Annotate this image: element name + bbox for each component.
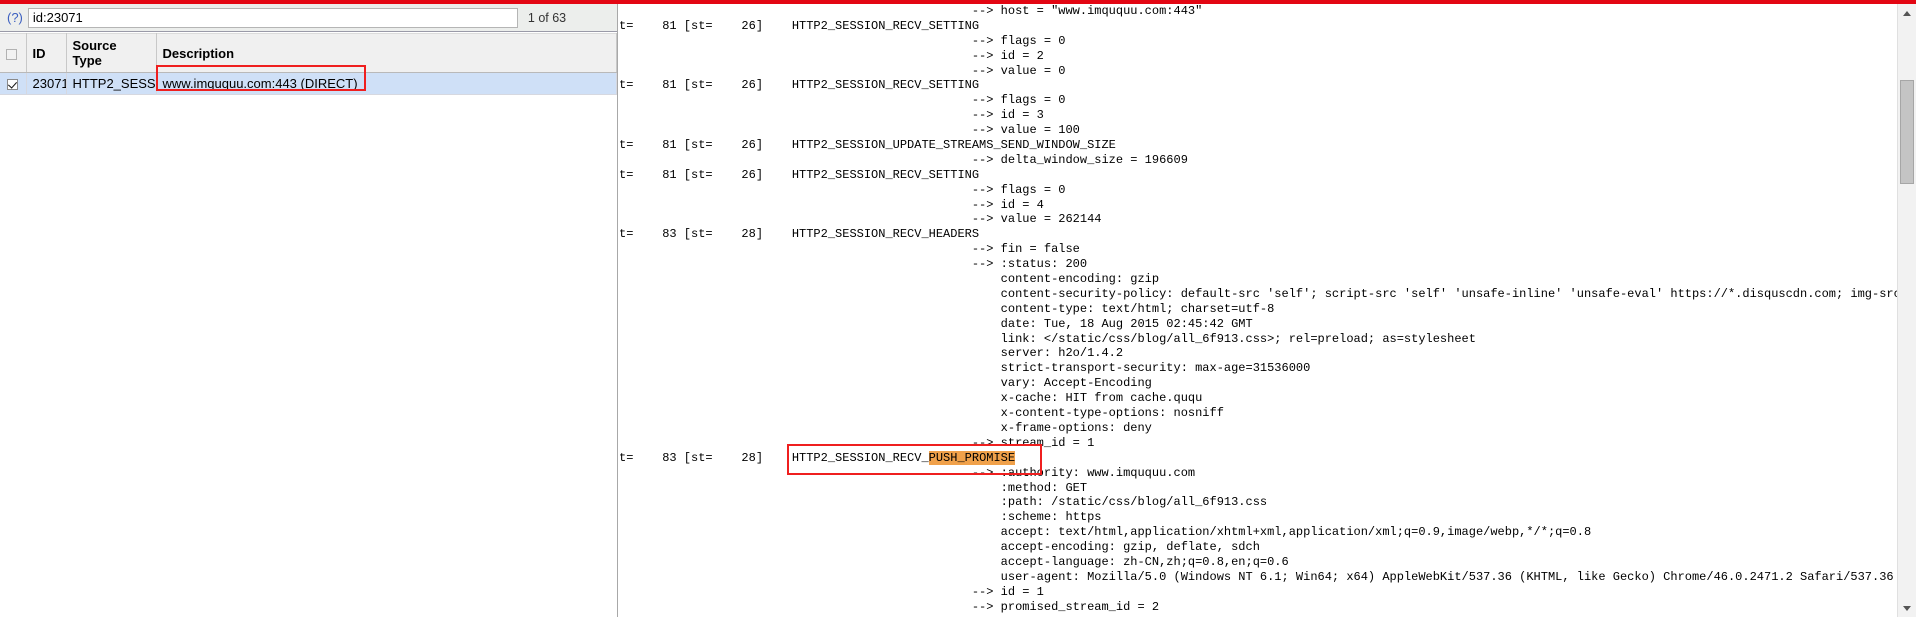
row-id-cell: 23071 [26,72,67,95]
log-line: user-agent: Mozilla/5.0 (Windows NT 6.1;… [619,569,1894,584]
events-table-wrap: ID Source Type Description 23071 HTTP2_S… [0,33,617,617]
log-line: t= 83 [st= 28] HTTP2_SESSION_RECV_PUSH_P… [619,450,1016,465]
scroll-up-icon[interactable] [1898,4,1916,22]
log-line: strict-transport-security: max-age=31536… [619,361,1311,376]
log-line: x-frame-options: deny [619,420,1152,435]
select-all-header[interactable] [0,33,27,73]
log-line: --> promised_stream_id = 2 [619,599,1160,614]
log-line: t= 81 [st= 26] HTTP2_SESSION_RECV_SETTIN… [619,167,980,182]
log-line: --> id = 4 [619,197,1044,212]
log-line: --> flags = 0 [619,182,1066,197]
log-line: vary: Accept-Encoding [619,376,1152,391]
log-line: server: h2o/1.4.2 [619,346,1124,361]
app-root: (?) 1 of 63 ID Source Type Description [0,0,1916,617]
log-line: x-cache: HIT from cache.ququ [619,391,1203,406]
log-line: --> stream_id = 1 [619,435,1095,450]
log-line: --> flags = 0 [619,93,1066,108]
log-line: accept-language: zh-CN,zh;q=0.8,en;q=0.6 [619,554,1289,569]
row-checkbox[interactable] [7,79,19,91]
log-line: content-type: text/html; charset=utf-8 [619,301,1275,316]
table-header-row: ID Source Type Description [0,33,617,73]
log-line: --> id = 3 [619,108,1044,123]
log-line: --> id = 1 [619,584,1044,599]
log-line: --> :status: 200 [619,257,1088,272]
column-header-source-type[interactable]: Source Type [66,33,157,73]
scrollbar-thumb[interactable] [1900,79,1914,184]
scroll-down-icon[interactable] [1898,599,1916,617]
log-line: t= 81 [st= 26] HTTP2_SESSION_RECV_SETTIN… [619,78,980,93]
search-input[interactable] [27,7,518,28]
log-line: t= 81 [st= 26] HTTP2_SESSION_UPDATE_STRE… [619,138,1116,153]
row-description-cell: www.imququu.com:443 (DIRECT) [156,72,617,95]
log-line: accept-encoding: gzip, deflate, sdch [619,540,1260,555]
log-line: content-security-policy: default-src 'se… [1000,286,1898,301]
log-line: content-encoding: gzip [619,272,1160,287]
log-line: :method: GET [619,480,1088,495]
log-line: --> host = "www.imququu.com:443" [619,4,1203,18]
push-promise-highlight: PUSH_PROMISE [928,450,1016,465]
log-line: :scheme: https [619,510,1102,525]
events-table: ID Source Type Description 23071 HTTP2_S… [0,33,617,95]
log-line: x-content-type-options: nosniff [619,406,1224,421]
log-line: accept: text/html,application/xhtml+xml,… [619,525,1592,540]
table-row[interactable]: 23071 HTTP2_SESSION www.imququu.com:443 … [0,72,617,95]
column-header-description[interactable]: Description [156,33,617,73]
log-line: --> delta_window_size = 196609 [619,152,1188,167]
log-line: --> flags = 0 [619,33,1066,48]
match-count-label: 1 of 63 [527,10,567,25]
log-line: t= 83 [st= 28] HTTP2_SESSION_RECV_HEADER… [619,227,980,242]
log-line: --> :authority: www.imququu.com [619,465,1196,480]
row-select-cell[interactable] [0,72,27,95]
help-link[interactable]: (?) [7,10,23,25]
log-line: t= 81 [st= 26] HTTP2_SESSION_RECV_SETTIN… [619,18,980,33]
log-line: :path: /static/css/blog/all_6f913.css [619,495,1268,510]
log-line: --> fin = false [619,242,1080,257]
log-line: --> value = 262144 [619,212,1102,227]
select-all-checkbox[interactable] [6,48,17,60]
search-bar: (?) 1 of 63 [0,4,617,32]
events-list-panel: (?) 1 of 63 ID Source Type Description [0,4,618,617]
log-line: link: </static/css/blog/all_6f913.css>; … [619,331,1476,346]
row-source-type-cell: HTTP2_SESSION [66,72,157,95]
log-line: date: Tue, 18 Aug 2015 02:45:42 GMT [619,316,1253,331]
event-log-text[interactable]: --> host = "www.imququu.com:443" t= 81 [s… [619,4,1898,617]
log-line: --> id = 2 [619,48,1044,63]
log-line: --> value = 0 [619,63,1066,78]
log-line: --> value = 100 [619,123,1080,138]
column-header-id[interactable]: ID [26,33,67,73]
event-detail-panel: --> host = "www.imququu.com:443" t= 81 [s… [619,4,1916,617]
log-vertical-scrollbar[interactable] [1897,4,1916,617]
